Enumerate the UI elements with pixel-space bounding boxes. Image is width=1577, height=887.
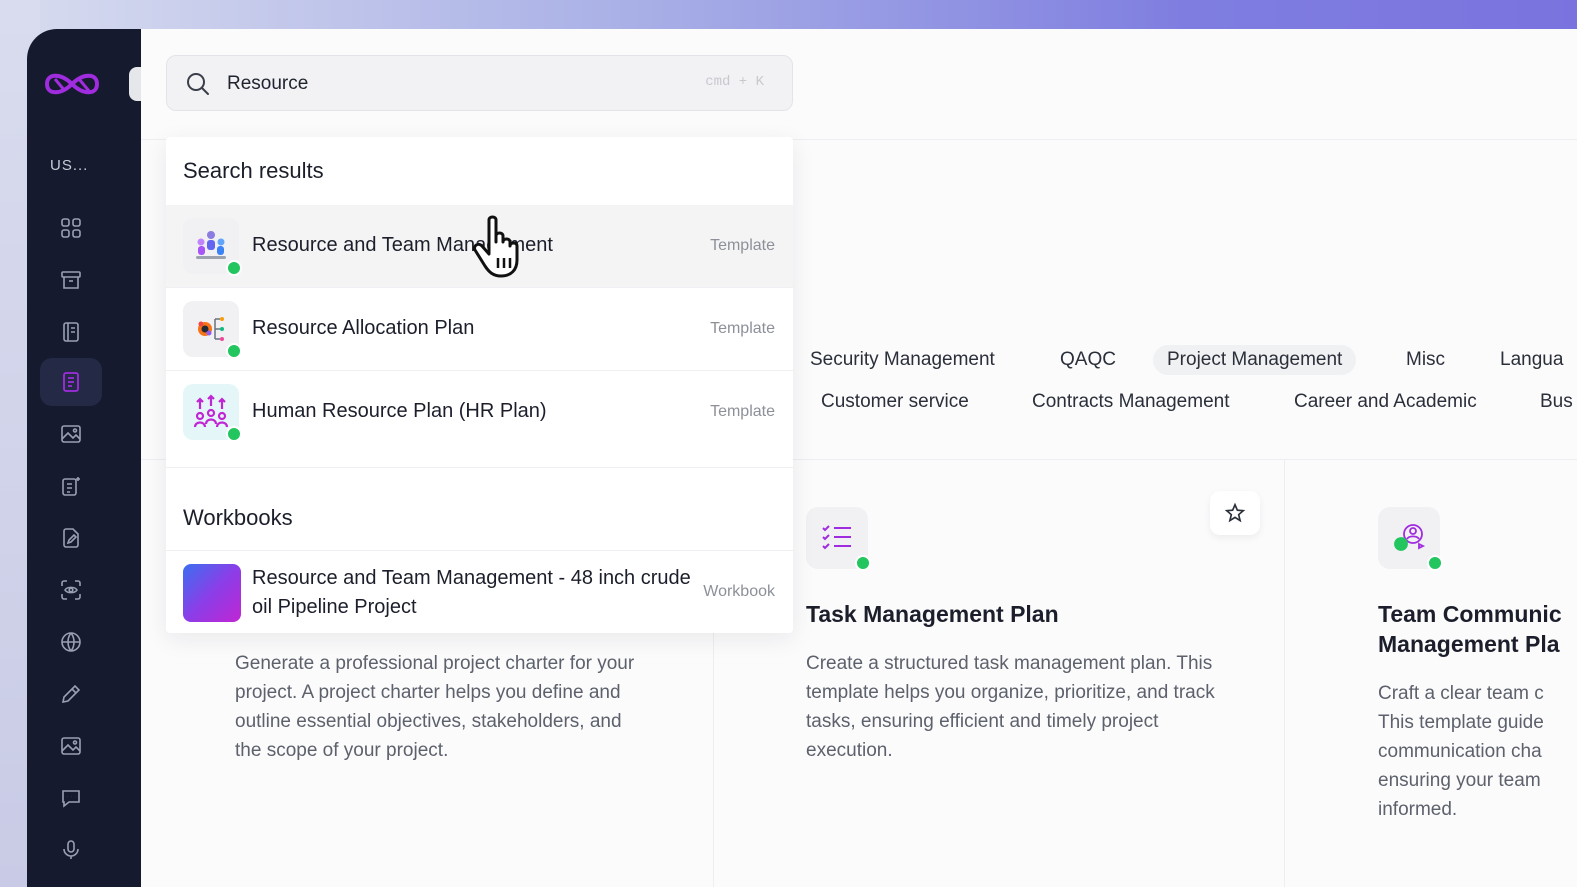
workbooks-heading: Workbooks xyxy=(183,505,293,530)
divider xyxy=(166,467,793,468)
category-misc[interactable]: Misc xyxy=(1392,345,1459,375)
workbook-result-title: Resource and Team Management - 48 inch c… xyxy=(252,567,691,618)
favorite-button[interactable] xyxy=(1210,491,1260,535)
archive-icon xyxy=(61,271,81,289)
card-title[interactable]: Team Communic Management Pla xyxy=(1378,599,1577,659)
status-dot xyxy=(855,555,871,571)
allocation-gear-icon xyxy=(183,301,242,359)
microphone-icon xyxy=(63,840,79,859)
sidebar-item-images[interactable] xyxy=(40,410,102,458)
sidebar-item-gallery[interactable] xyxy=(40,722,102,770)
main-content: cmd + K Security Management QAQC Project… xyxy=(141,29,1577,887)
sidebar-item-templates[interactable] xyxy=(40,358,102,406)
category-qaqc[interactable]: QAQC xyxy=(1046,345,1130,375)
card-title[interactable]: Task Management Plan xyxy=(806,599,1206,629)
sidebar-item-web[interactable] xyxy=(40,618,102,666)
category-security-management[interactable]: Security Management xyxy=(796,345,1009,375)
hand-pointer-cursor-icon xyxy=(473,215,519,278)
search-result-title: Human Resource Plan (HR Plan) xyxy=(252,400,547,422)
status-dot xyxy=(226,343,242,359)
card-divider xyxy=(1284,459,1285,887)
star-icon xyxy=(1224,502,1246,523)
image-icon xyxy=(61,425,81,443)
category-languages[interactable]: Langua xyxy=(1486,345,1577,375)
workbook-result-item[interactable]: Resource and Team Management - 48 inch c… xyxy=(166,551,793,633)
search-result-item[interactable]: Human Resource Plan (HR Plan) Template xyxy=(166,371,793,453)
task-list-icon xyxy=(806,507,871,571)
sidebar-item-write[interactable] xyxy=(40,670,102,718)
workbook-result-type: Workbook xyxy=(703,583,775,600)
category-career-and-academic[interactable]: Career and Academic xyxy=(1280,387,1491,417)
chat-icon xyxy=(62,790,80,808)
search-result-type: Template xyxy=(710,237,775,254)
sidebar-item-archive[interactable] xyxy=(40,256,102,304)
status-dot xyxy=(226,260,242,276)
doc-sparkle-icon xyxy=(62,477,80,496)
sidebar-item-edit[interactable] xyxy=(40,514,102,562)
hr-growth-icon xyxy=(183,384,242,442)
sidebar-item-chat[interactable] xyxy=(40,774,102,822)
workbook-thumbnail xyxy=(183,564,241,622)
workspace-label[interactable]: US... xyxy=(50,157,88,174)
category-customer-service[interactable]: Customer service xyxy=(807,387,983,417)
category-business[interactable]: Bus xyxy=(1526,387,1577,417)
picture-icon xyxy=(61,737,81,755)
team-communication-icon xyxy=(1378,507,1443,571)
sidebar-item-scan[interactable] xyxy=(40,566,102,614)
status-dot xyxy=(1427,555,1443,571)
card-description: Create a structured task management plan… xyxy=(806,653,1215,761)
team-people-icon xyxy=(183,218,242,276)
search-icon xyxy=(187,73,209,95)
category-project-management[interactable]: Project Management xyxy=(1153,345,1357,375)
status-dot xyxy=(226,426,242,442)
search-input[interactable] xyxy=(225,68,659,100)
logo-icon[interactable] xyxy=(41,67,103,101)
sidebar-item-notebook[interactable] xyxy=(40,308,102,356)
card-description: Craft a clear team c This template guide… xyxy=(1378,683,1544,820)
document-icon xyxy=(63,372,79,392)
globe-www-icon xyxy=(61,632,81,652)
sidebar: US... xyxy=(27,29,141,887)
sidebar-item-voice[interactable] xyxy=(40,826,102,874)
search-results-dropdown: Search results Resource and Team Managem… xyxy=(166,137,793,633)
search-result-type: Template xyxy=(710,320,775,337)
card-description: Generate a professional project charter … xyxy=(235,653,635,761)
pen-icon xyxy=(61,684,81,704)
search-result-item[interactable]: Resource Allocation Plan Template xyxy=(166,288,793,370)
grid-icon xyxy=(61,218,81,238)
search-results-heading: Search results xyxy=(183,158,324,183)
search-result-type: Template xyxy=(710,403,775,420)
notebook-icon xyxy=(63,322,79,342)
sidebar-item-dashboard[interactable] xyxy=(40,204,102,252)
app-window: US... Resource cmd + K Security Manageme… xyxy=(27,29,1577,887)
category-contracts-management[interactable]: Contracts Management xyxy=(1018,387,1244,417)
sidebar-item-ai-docs[interactable] xyxy=(40,462,102,510)
search-result-title: Resource Allocation Plan xyxy=(252,317,475,339)
scan-eye-icon xyxy=(61,580,81,600)
file-edit-icon xyxy=(63,528,79,548)
search-shortcut-hint: cmd + K xyxy=(705,74,764,90)
search-bar[interactable]: cmd + K xyxy=(166,55,793,111)
